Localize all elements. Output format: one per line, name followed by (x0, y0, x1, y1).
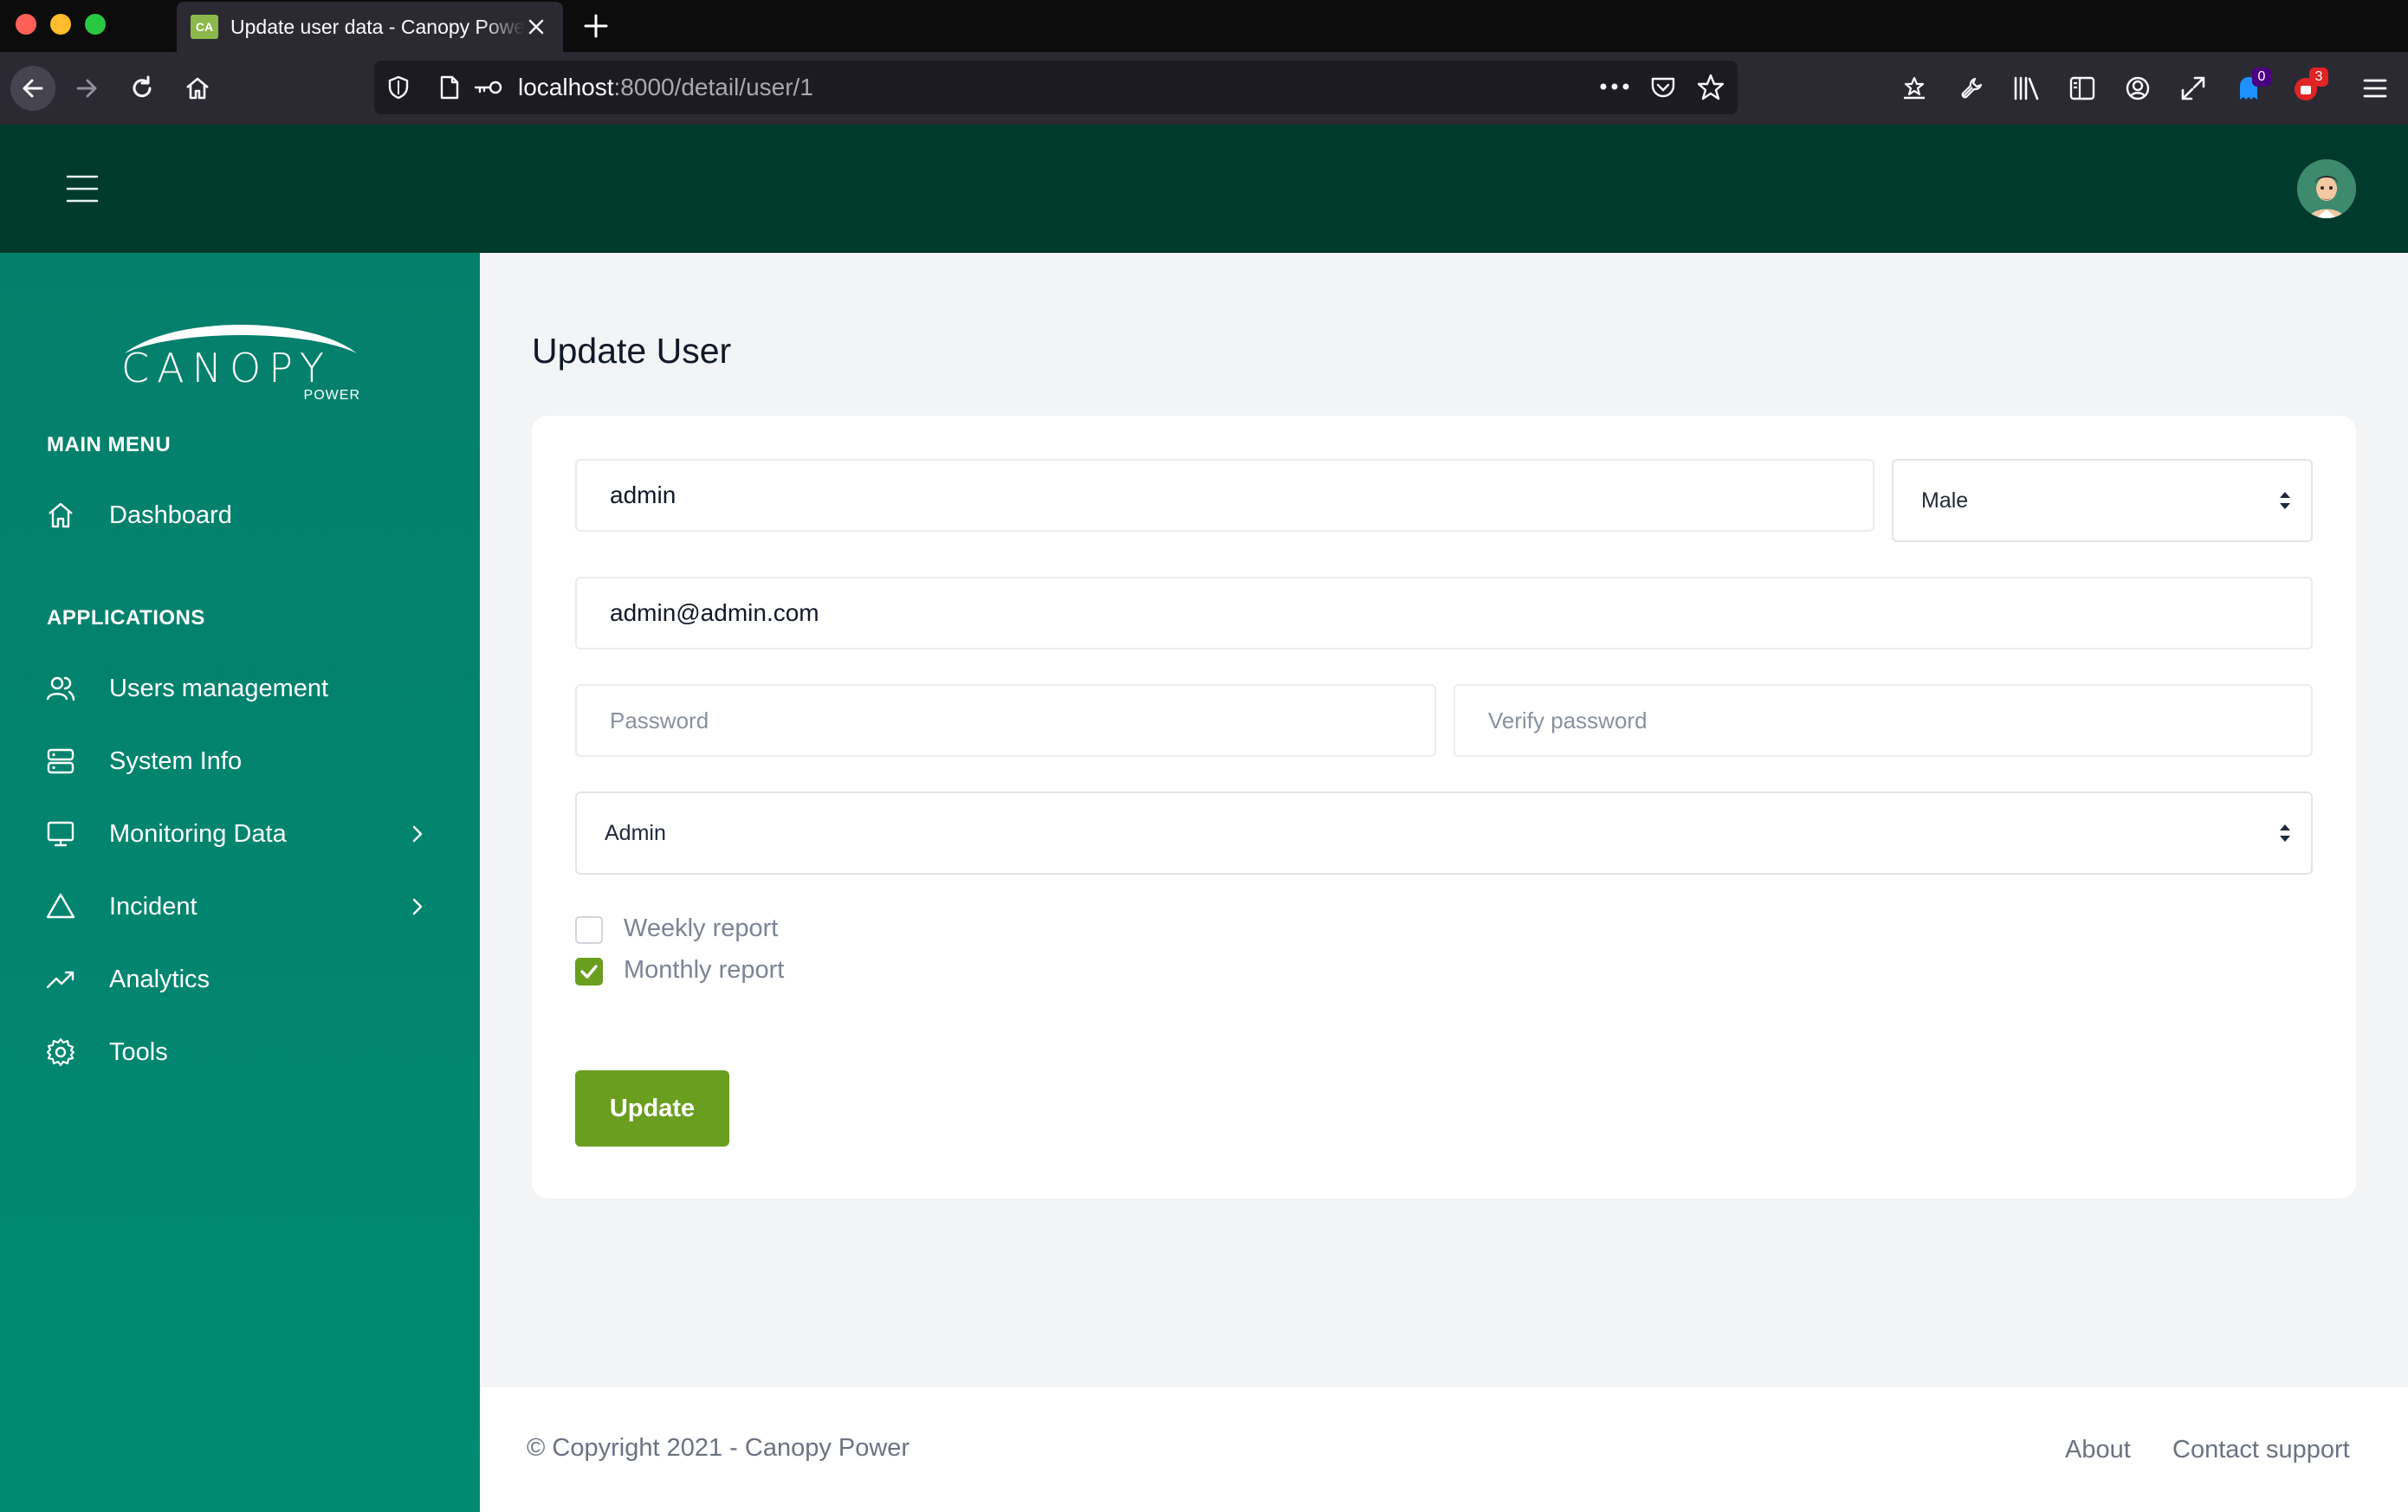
reload-button[interactable] (123, 69, 161, 107)
forward-button[interactable] (68, 69, 106, 107)
fullscreen-button[interactable] (2174, 69, 2212, 107)
tools-button[interactable] (1952, 69, 1990, 107)
extension-red-button[interactable]: 3 (2287, 68, 2328, 107)
minimize-window-button[interactable] (50, 14, 71, 35)
role-selected-value: Admin (605, 820, 666, 845)
home-icon (186, 77, 209, 100)
monitor-icon (47, 821, 74, 847)
sidebar-item-users-management[interactable]: Users management (0, 658, 480, 719)
select-arrows-icon (2280, 824, 2290, 842)
user-avatar[interactable] (2297, 159, 2356, 218)
sidebar-item-system-info[interactable]: System Info (0, 731, 480, 792)
reading-list-button[interactable] (1895, 69, 1933, 107)
extension-badge-count: 3 (2309, 68, 2328, 87)
sidebar-item-monitoring-data[interactable]: Monitoring Data (0, 804, 480, 864)
monthly-report-label[interactable]: Monthly report (624, 956, 784, 985)
home-icon (49, 502, 73, 528)
logo-wordmark: CANOPY (121, 345, 333, 391)
update-button[interactable]: Update (575, 1070, 729, 1147)
main-menu-heading: MAIN MENU (47, 433, 172, 456)
app-header (0, 125, 2408, 253)
gender-selected-value: Male (1921, 488, 1969, 513)
sidebar-item-tools[interactable]: Tools (0, 1022, 480, 1082)
page-icon[interactable] (438, 74, 461, 100)
sidebar-item-label: Analytics (109, 965, 210, 993)
sidebar-item-incident[interactable]: Incident (0, 876, 480, 937)
hamburger-menu-icon[interactable] (62, 171, 102, 206)
browser-tab-bar: CA Update user data - Canopy Power (0, 0, 2408, 52)
gender-select[interactable]: Male (1892, 459, 2313, 542)
sidebar-panel-icon (2069, 76, 2095, 100)
canopy-logo[interactable]: CANOPY POWER (121, 313, 360, 403)
monthly-report-checkbox[interactable] (575, 958, 603, 985)
arrow-left-icon (23, 79, 43, 98)
key-icon[interactable] (473, 78, 504, 97)
canopy-favicon-icon: CA (191, 15, 218, 39)
sidebar-item-label: Monitoring Data (109, 819, 287, 848)
reload-icon (133, 75, 152, 98)
email-field[interactable]: admin@admin.com (575, 577, 2313, 649)
extension-blue-button[interactable]: 0 (2230, 68, 2271, 107)
browser-tab-active[interactable]: CA Update user data - Canopy Power (177, 2, 563, 52)
sidebar-item-label: Dashboard (109, 501, 232, 529)
browser-nav-bar: localhost:8000/detail/user/1 0 3 (0, 52, 2408, 125)
url-bar[interactable]: localhost:8000/detail/user/1 (374, 61, 1738, 114)
update-user-form: admin Male admin@admin.com Password Veri… (532, 416, 2356, 1199)
new-tab-icon[interactable] (582, 12, 610, 40)
app-menu-button[interactable] (2356, 69, 2394, 107)
sidebar-item-dashboard[interactable]: Dashboard (0, 485, 480, 546)
url-text[interactable]: localhost:8000/detail/user/1 (518, 74, 813, 101)
select-arrows-icon (2280, 492, 2290, 509)
verify-password-field[interactable]: Verify password (1453, 684, 2313, 757)
username-field[interactable]: admin (575, 459, 1874, 532)
sidebar-item-label: System Info (109, 746, 243, 775)
sidebar-item-label: Users management (109, 674, 329, 702)
library-button[interactable] (2008, 69, 2046, 107)
expand-icon (2181, 76, 2205, 100)
applications-heading: APPLICATIONS (47, 606, 205, 630)
star-tray-icon (1904, 76, 1925, 100)
sidebar-item-analytics[interactable]: Analytics (0, 949, 480, 1010)
sidebar: CANOPY POWER MAIN MENU Dashboard APPLICA… (0, 253, 480, 1512)
library-icon (2014, 76, 2039, 100)
account-button[interactable] (2119, 69, 2157, 107)
checkmark-icon (580, 965, 598, 979)
weekly-report-checkbox[interactable] (575, 916, 603, 944)
shield-icon[interactable] (386, 74, 411, 100)
chevron-right-icon (412, 825, 423, 843)
pocket-icon[interactable] (1649, 74, 1677, 101)
password-field[interactable]: Password (575, 684, 1436, 757)
tab-title: Update user data - Canopy Power (230, 15, 525, 38)
copyright-text: © Copyright 2021 - Canopy Power (527, 1434, 910, 1462)
home-button[interactable] (178, 69, 217, 107)
chevron-right-icon (412, 898, 423, 915)
menu-icon (2363, 79, 2387, 98)
sidebar-item-label: Tools (109, 1037, 168, 1066)
gear-icon (46, 1037, 75, 1067)
close-window-button[interactable] (16, 14, 36, 35)
page-title: Update User (532, 331, 732, 371)
logo-subtext: POWER (303, 388, 360, 403)
trending-up-icon (46, 971, 74, 989)
close-tab-icon[interactable] (523, 14, 549, 40)
maximize-window-button[interactable] (85, 14, 106, 35)
more-dots-icon[interactable] (1599, 81, 1630, 92)
star-icon[interactable] (1696, 73, 1725, 102)
wrench-icon (1961, 77, 1983, 99)
sidebar-item-label: Incident (109, 892, 197, 921)
arrow-right-icon (76, 79, 97, 98)
sidebar-toggle-button[interactable] (2063, 69, 2101, 107)
back-button[interactable] (10, 66, 55, 111)
server-icon (47, 748, 74, 774)
about-link[interactable]: About (2065, 1436, 2131, 1464)
account-icon (2126, 76, 2150, 100)
users-icon (46, 676, 75, 701)
role-select[interactable]: Admin (575, 792, 2313, 875)
footer: © Copyright 2021 - Canopy Power About Co… (480, 1387, 2408, 1512)
contact-support-link[interactable]: Contact support (2172, 1436, 2350, 1464)
extension-badge-count: 0 (2252, 68, 2271, 87)
weekly-report-label[interactable]: Weekly report (624, 914, 778, 943)
avatar-face-icon (2297, 159, 2356, 218)
warning-icon (46, 893, 75, 919)
